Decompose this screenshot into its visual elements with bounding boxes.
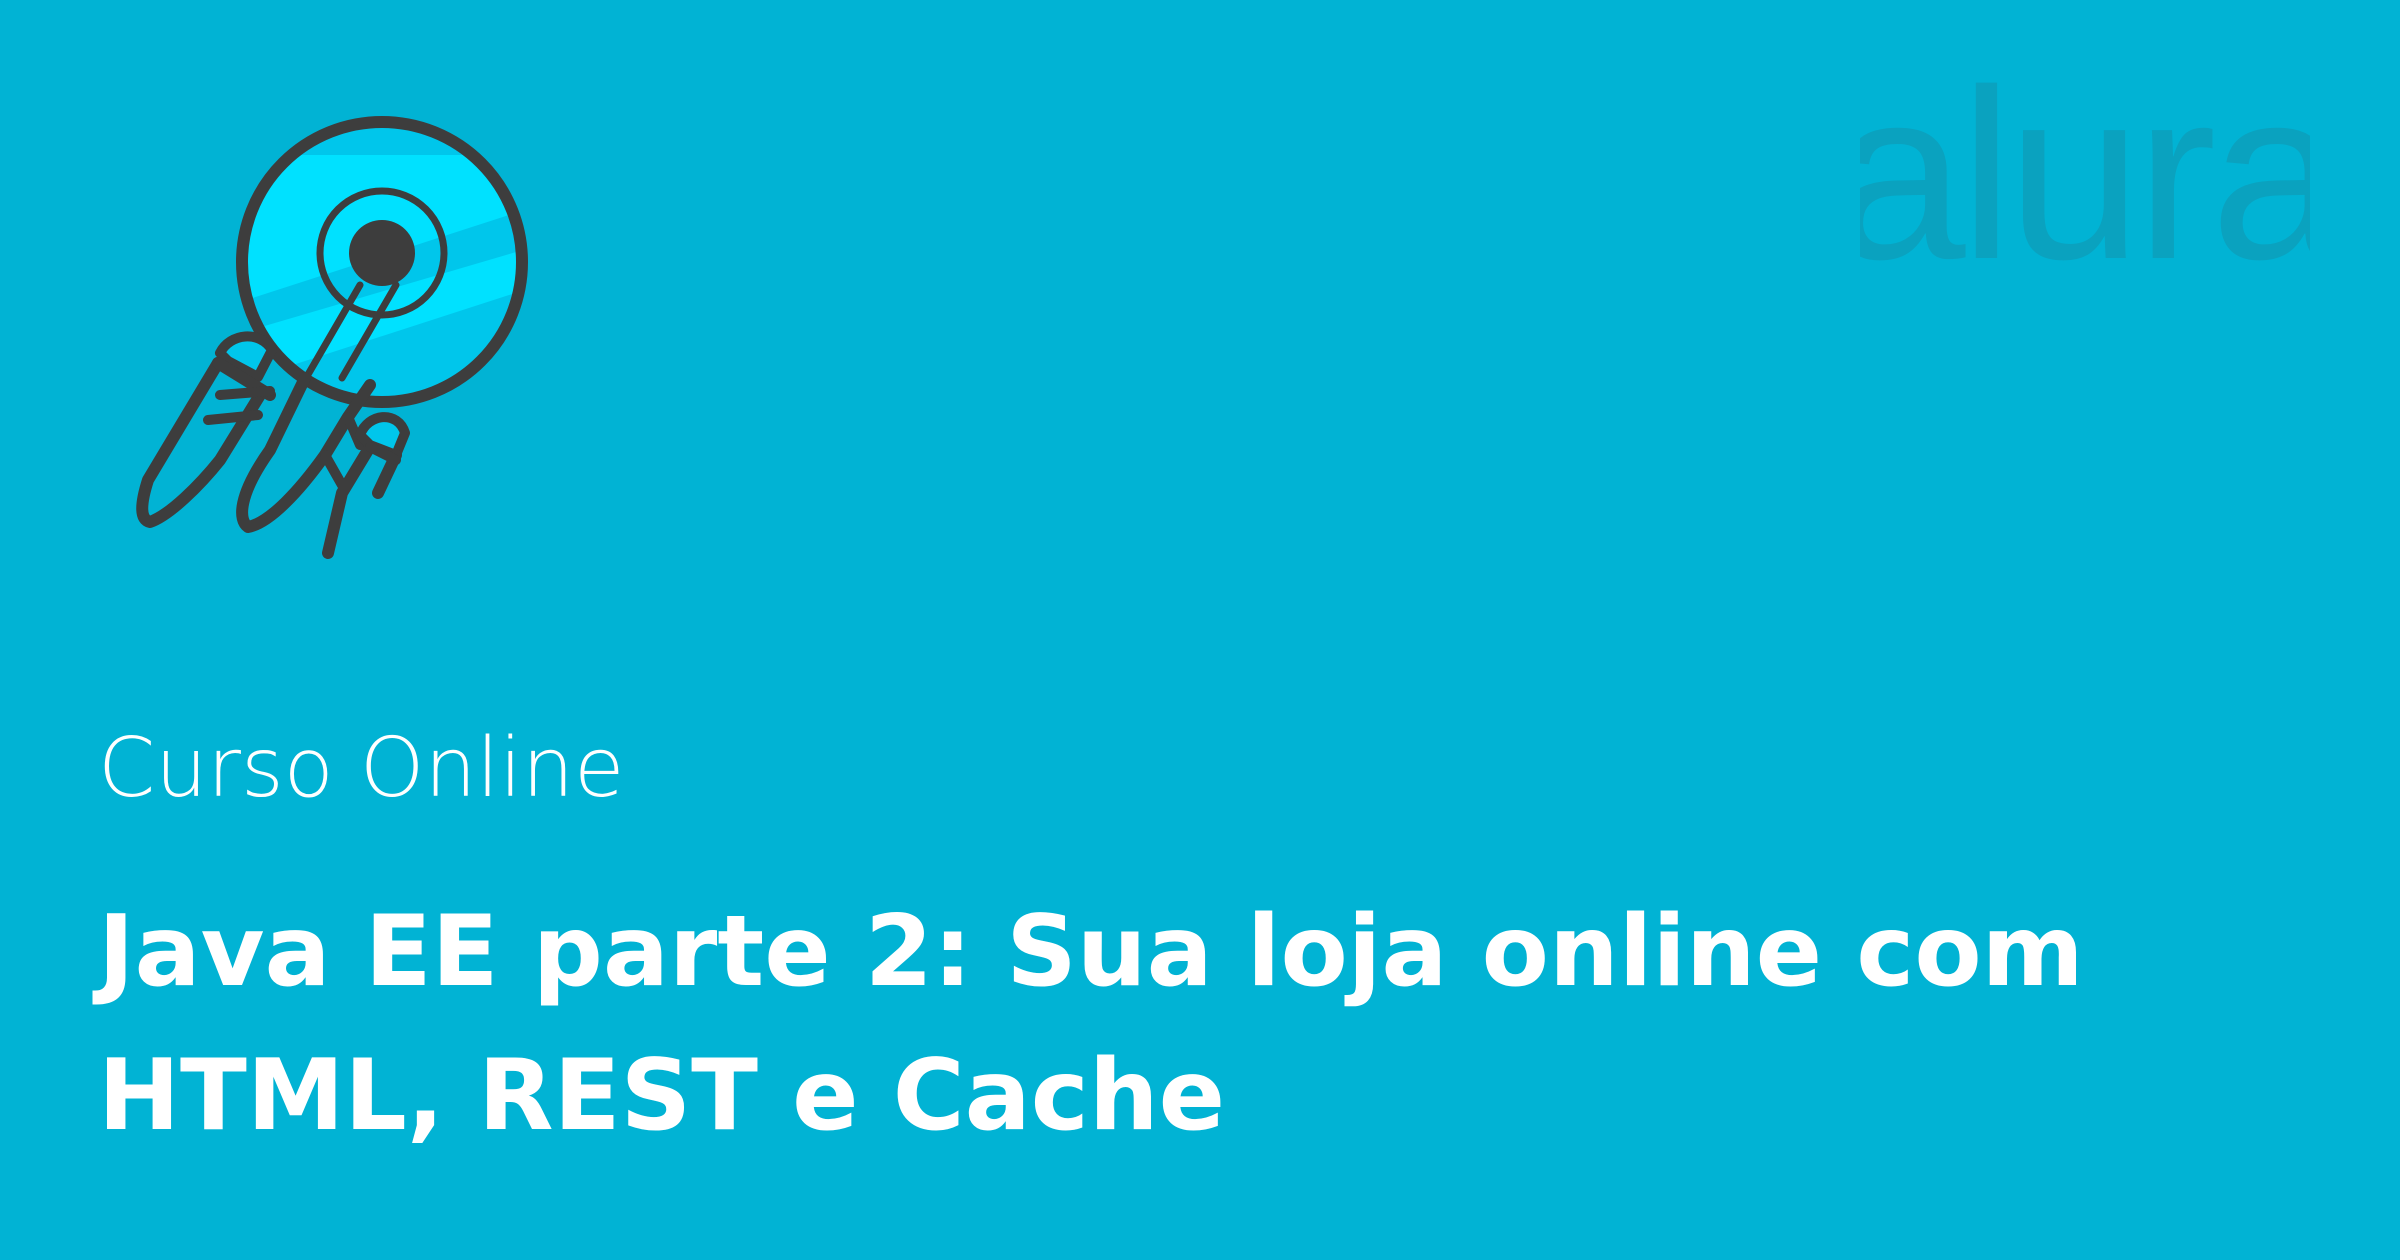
rocket-icon [136, 116, 528, 559]
course-type-label: Curso Online [98, 721, 625, 816]
course-banner: alura Curso Online Java EE parte 2: Sua … [0, 0, 2400, 1260]
course-title-line: Java EE parte 2: Sua loja online com [98, 895, 2084, 1009]
alura-logo-text: alura [1860, 70, 2310, 280]
course-title: Java EE parte 2: Sua loja online com HTM… [98, 880, 2348, 1168]
alura-logo: alura [1860, 70, 2310, 280]
course-title-line: HTML, REST e Cache [98, 1039, 1226, 1153]
